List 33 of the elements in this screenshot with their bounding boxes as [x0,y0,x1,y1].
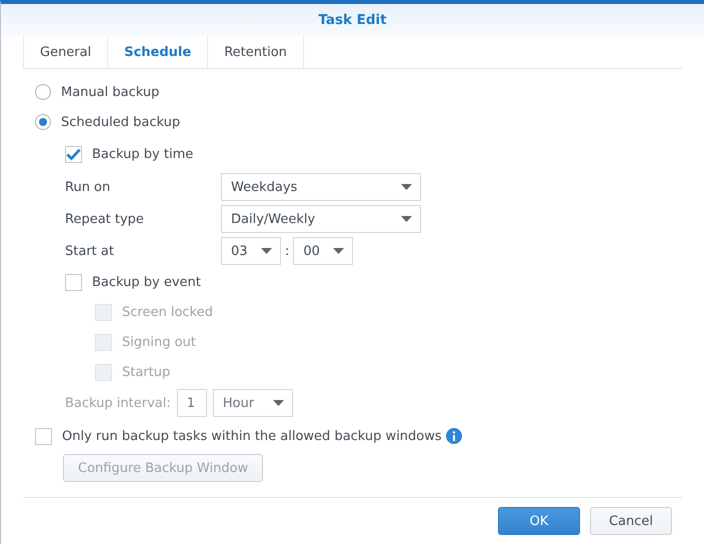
checkbox[interactable] [65,146,82,162]
radio-label: Manual backup [61,84,160,100]
time-separator: : [285,244,290,258]
field-label: Backup interval: [65,396,171,410]
start-time-dropdown[interactable]: 00 [293,237,354,265]
checkbox[interactable] [35,428,52,444]
tab[interactable]: Retention [208,36,304,68]
radio-button[interactable] [35,114,51,130]
caret-icon [261,248,272,254]
caret-icon [401,184,412,190]
radio-label: Scheduled backup [61,114,180,130]
checkbox-label: Startup [122,364,170,380]
caret-icon [333,248,344,254]
field-label: Start at [65,244,115,258]
tab[interactable]: General [23,36,108,68]
field-label: Repeat type [65,212,145,226]
caret-icon [401,216,412,222]
cancel-button[interactable]: Cancel [590,507,672,535]
checkbox-label: Only run backup tasks within the allowed backup windows [62,428,442,444]
checkbox-label: Backup by time [92,146,194,162]
checkbox-label: Signing out [122,334,196,350]
dropdown[interactable]: Daily/Weekly [221,205,421,233]
info-icon[interactable] [446,428,462,444]
caret-icon [272,400,284,406]
start-time-dropdown[interactable]: 03 [221,237,281,265]
checkbox-label: Backup by event [92,274,201,290]
checkbox-label: Screen locked [122,304,213,320]
radio-button[interactable] [35,84,51,100]
field-label: Run on [65,180,112,194]
dropdown[interactable]: Weekdays [221,173,421,201]
window-title: Task Edit [318,12,387,28]
tab[interactable]: Schedule [108,36,208,68]
checkbox[interactable] [65,274,82,290]
